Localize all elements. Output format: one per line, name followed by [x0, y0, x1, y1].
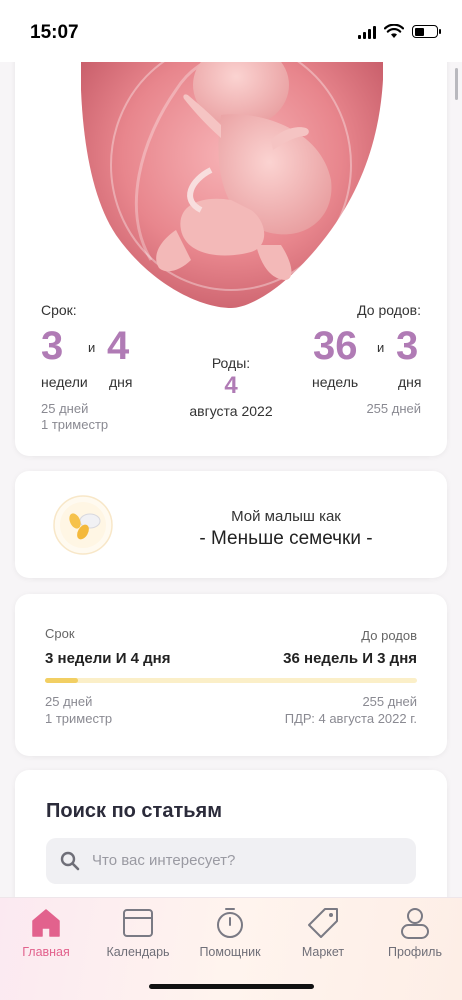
tag-icon [308, 908, 338, 938]
due-weeks-unit: недель [312, 374, 359, 390]
home-icon [32, 909, 60, 937]
tab-assistant-label: Помощник [199, 945, 261, 959]
due-and-word: и [377, 340, 385, 355]
status-bar: 15:07 [0, 0, 462, 62]
status-time: 15:07 [30, 22, 79, 43]
search-placeholder: Что вас интересует? [92, 852, 236, 869]
fetus-image [80, 30, 384, 308]
status-icons [358, 24, 441, 39]
progress-bar-fill [45, 678, 79, 683]
calendar-icon [123, 909, 153, 937]
search-input[interactable]: Что вас интересует? [46, 838, 416, 884]
tab-home[interactable]: Главная [6, 906, 86, 959]
home-indicator [149, 984, 314, 989]
tab-calendar-label: Календарь [106, 945, 170, 959]
birth-day: 4 [224, 372, 238, 399]
scroll-indicator[interactable] [455, 68, 458, 100]
due-label: До родов: [357, 302, 421, 318]
progress-term-label: Срок [45, 626, 75, 641]
term-trimester: 1 триместр [41, 417, 109, 432]
tab-profile-label: Профиль [388, 945, 442, 959]
tab-home-label: Главная [22, 945, 70, 959]
profile-icon [401, 908, 429, 939]
tab-market[interactable]: Маркет [283, 906, 363, 959]
due-total-days: 255 дней [366, 401, 421, 416]
baby-compare-title: Мой малыш как [231, 508, 341, 525]
progress-trimester: 1 триместр [45, 711, 113, 726]
baby-size-text: - Меньше семечки - [199, 528, 373, 549]
search-title: Поиск по статьям [46, 800, 223, 822]
wifi-icon [384, 24, 404, 38]
tab-calendar[interactable]: Календарь [98, 906, 178, 959]
progress-term-value: 3 недели И 4 дня [45, 650, 171, 667]
seed-icon [53, 495, 113, 555]
timer-icon [217, 908, 243, 938]
pregnancy-summary-card: Срок: До родов: 3 и 4 недели дня 25 дней… [15, 30, 447, 456]
term-and-word: и [88, 340, 96, 355]
term-label: Срок: [41, 302, 77, 318]
cellular-signal-icon [358, 25, 376, 39]
search-icon [60, 851, 80, 871]
tab-profile[interactable]: Профиль [375, 906, 455, 959]
progress-due-value: 36 недель И 3 дня [283, 650, 417, 667]
progress-due-date: ПДР: 4 августа 2022 г. [284, 711, 417, 726]
due-days-unit: дня [398, 374, 422, 390]
tab-market-label: Маркет [301, 945, 345, 959]
progress-due-label: До родов [361, 628, 417, 643]
due-days-number: 3 [396, 324, 419, 368]
progress-days-passed: 25 дней [45, 694, 93, 709]
baby-size-card[interactable]: Мой малыш как - Меньше семечки - [15, 471, 447, 578]
birth-label: Роды: [211, 355, 251, 371]
progress-days-left: 255 дней [362, 694, 417, 709]
battery-icon [412, 25, 441, 38]
pregnancy-progress-card: Срок До родов 3 недели И 4 дня 36 недель… [15, 594, 447, 756]
tab-assistant[interactable]: Помощник [190, 906, 270, 959]
due-weeks-number: 36 [313, 324, 358, 368]
pregnancy-progress-bar [45, 678, 417, 683]
